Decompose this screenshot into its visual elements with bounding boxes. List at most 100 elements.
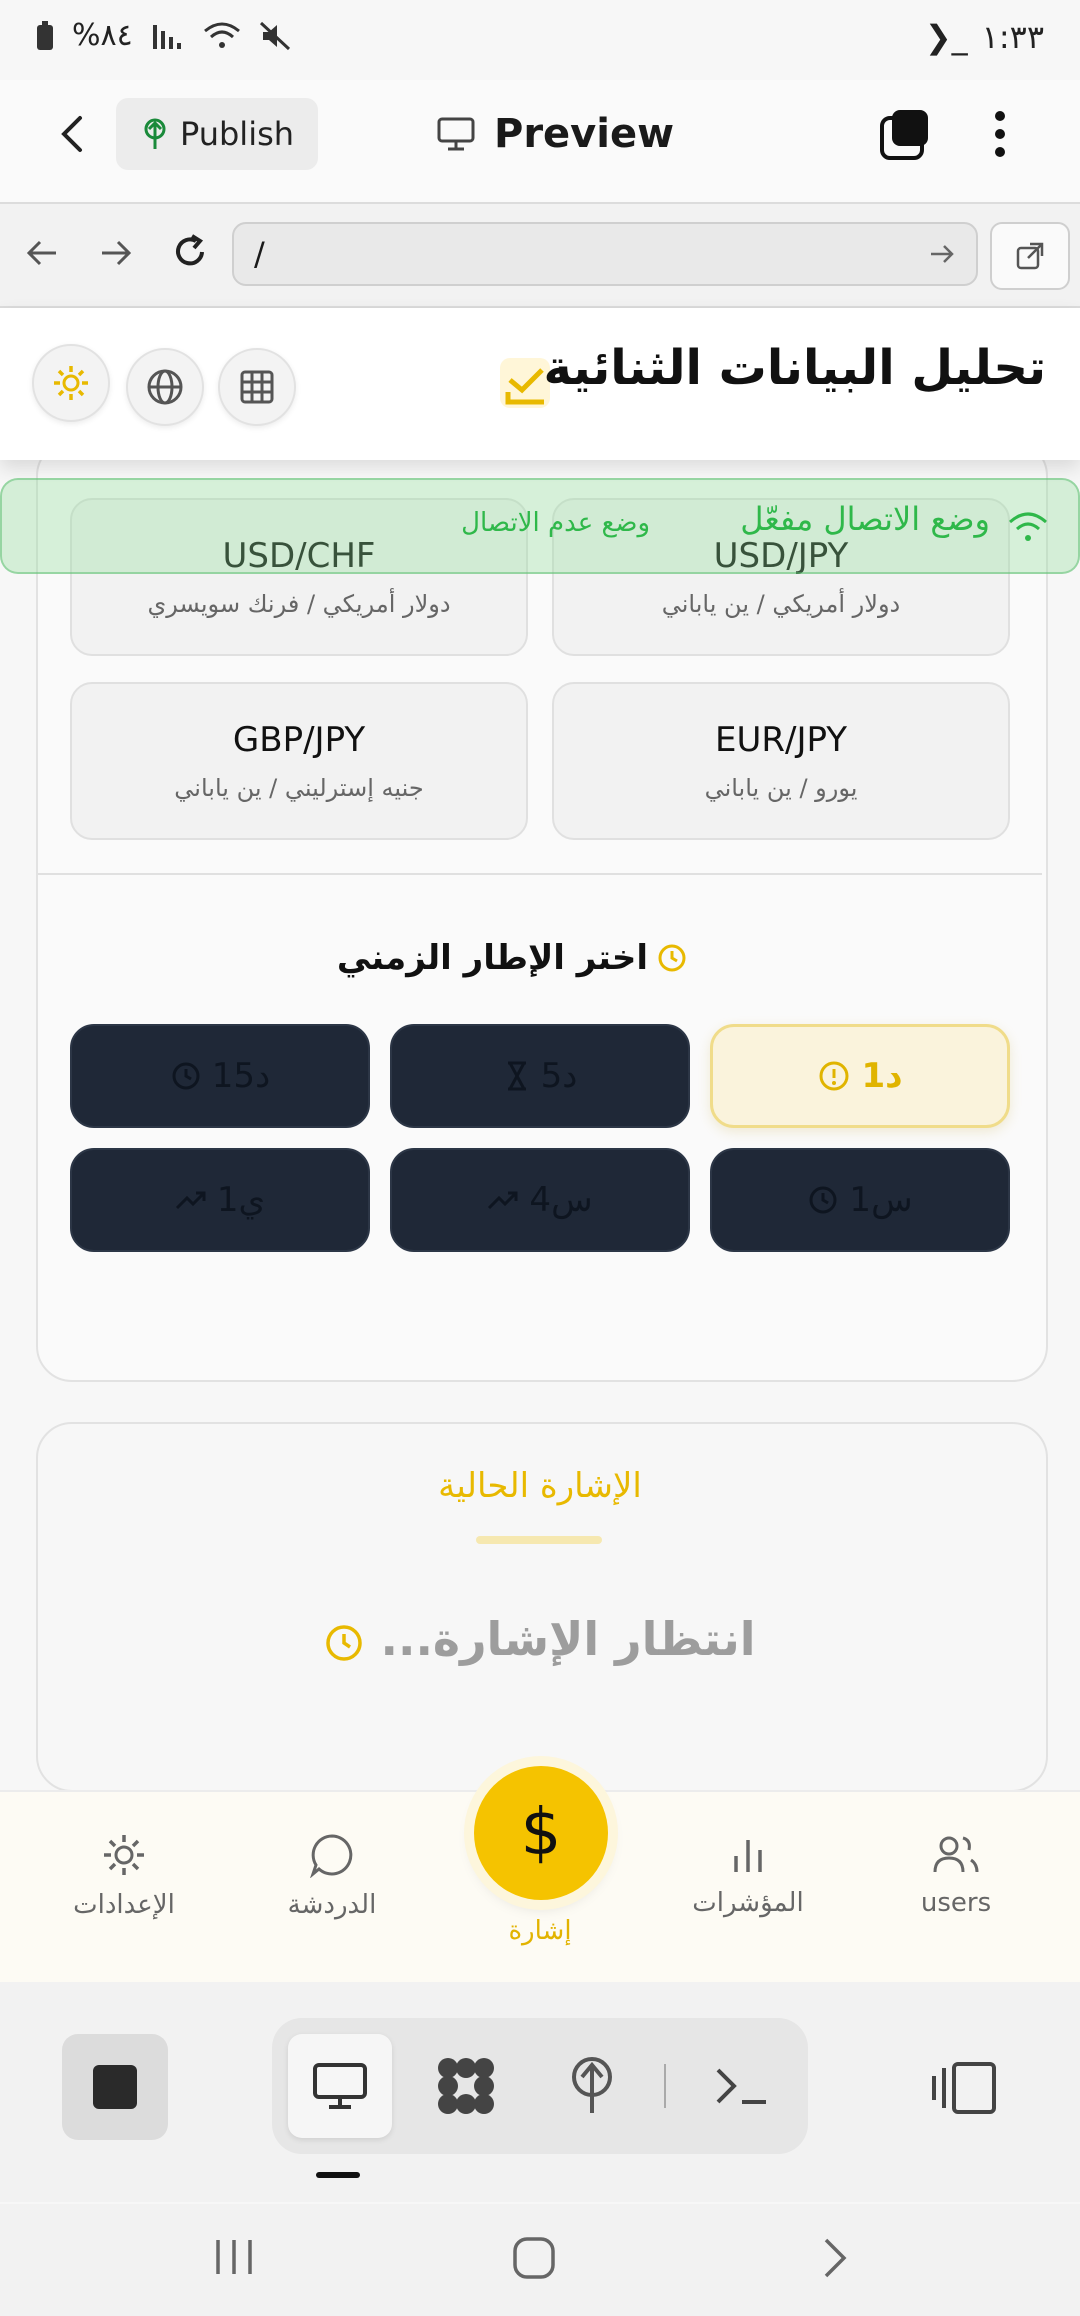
pair-card-eurjpy[interactable]: EUR/JPY يورو / ين ياباني <box>552 682 1010 840</box>
toast-message: وضع الاتصال مفعّل <box>740 500 990 538</box>
stop-icon <box>93 2065 137 2109</box>
settings-round-button[interactable] <box>32 344 110 422</box>
signal-title: الإشارة الحالية <box>438 1466 642 1506</box>
timeframe-label: 5د <box>540 1056 578 1096</box>
back-chevron-icon[interactable] <box>52 112 92 156</box>
preview-label: Preview <box>494 111 675 157</box>
nav-indicators-label: المؤشرات <box>692 1888 804 1918</box>
battery-percent: %٨٤ <box>72 18 133 53</box>
nav-settings[interactable]: الإعدادات <box>34 1832 214 1920</box>
terminal-status-icon: ❯_ <box>924 18 968 56</box>
active-tool-indicator <box>316 2172 360 2178</box>
open-external-button[interactable] <box>990 222 1070 290</box>
nav-forward-arrow-icon[interactable] <box>98 236 134 270</box>
home-icon[interactable] <box>510 2234 558 2282</box>
tabs-switcher-icon[interactable] <box>878 106 934 162</box>
tool-extensions[interactable] <box>414 2034 518 2138</box>
timeframe-label: 1س <box>849 1180 913 1220</box>
clock-icon <box>326 1624 363 1661</box>
terminal-icon <box>716 2068 766 2104</box>
signal-waiting: انتظار الإشارة... <box>0 1612 1080 1666</box>
nav-indicators[interactable]: المؤشرات <box>658 1832 838 1918</box>
trend-icon <box>175 1191 206 1210</box>
wifi-icon <box>203 22 240 48</box>
timeframe-heading-text: اختر الإطار الزمني <box>336 938 648 978</box>
page-title: تحليل البيانات الثنائية <box>543 340 1046 396</box>
pair-name: دولار أمريكي / فرنك سويسري <box>147 590 451 618</box>
grid-icon <box>240 370 274 404</box>
timeframe-4h-button[interactable]: 4س <box>390 1148 690 1252</box>
timeframe-label: 1ي <box>216 1180 266 1220</box>
pair-symbol: GBP/JPY <box>232 720 366 760</box>
dollar-icon: $ <box>520 1796 562 1870</box>
hourglass-icon <box>507 1061 526 1091</box>
publish-icon <box>144 118 166 149</box>
grid-round-button[interactable] <box>218 348 296 426</box>
users-icon <box>933 1836 979 1873</box>
tool-deploy[interactable] <box>540 2034 644 2138</box>
external-link-icon <box>1016 242 1044 270</box>
monitor-icon <box>313 2063 367 2109</box>
clock-icon <box>172 1062 200 1090</box>
clock-icon <box>658 944 686 972</box>
split-view-icon[interactable] <box>930 2060 1000 2116</box>
pair-symbol: EUR/JPY <box>715 720 847 760</box>
reload-icon[interactable] <box>170 232 210 272</box>
monitor-icon <box>437 117 475 151</box>
timeframe-label: 4س <box>529 1180 593 1220</box>
mute-icon <box>259 21 290 50</box>
toast-submessage: وضع عدم الاتصال <box>461 508 650 538</box>
timeframe-1m-button[interactable]: 1د <box>710 1024 1010 1128</box>
url-input[interactable]: / <box>232 222 978 286</box>
wifi-toast-icon <box>1009 512 1047 541</box>
gear-icon <box>104 1835 144 1875</box>
system-back-icon[interactable] <box>818 2234 854 2282</box>
go-arrow-icon[interactable] <box>928 241 956 267</box>
timeframe-heading: اختر الإطار الزمني <box>337 938 688 978</box>
timeframe-5m-button[interactable]: 5د <box>390 1024 690 1128</box>
signal-bars-icon <box>152 24 181 49</box>
clock-icon <box>809 1186 837 1214</box>
timeframe-1h-button[interactable]: 1س <box>710 1148 1010 1252</box>
chat-bubble-icon <box>310 1834 353 1878</box>
language-round-button[interactable] <box>126 348 204 426</box>
nav-users-label: users <box>920 1888 992 1918</box>
publish-label: Publish <box>179 115 295 153</box>
timeframe-label: 15د <box>211 1056 271 1096</box>
nav-chat-label: الدردشة <box>287 1890 377 1920</box>
pair-name: جنيه إسترليني / ين ياباني <box>174 774 424 802</box>
stop-button[interactable] <box>62 2034 168 2140</box>
alert-clock-icon <box>819 1061 849 1091</box>
nav-settings-label: الإعدادات <box>73 1890 175 1920</box>
timeframe-1d-button[interactable]: 1ي <box>70 1148 370 1252</box>
signal-waiting-text: انتظار الإشارة... <box>380 1612 756 1666</box>
nav-signal-label: إشارة <box>508 1916 572 1946</box>
recent-apps-icon[interactable] <box>210 2236 260 2278</box>
battery-icon <box>37 20 53 50</box>
status-time-area: ❯_ ١:٣٣ <box>925 18 1044 56</box>
tool-terminal[interactable] <box>690 2034 794 2138</box>
publish-button[interactable]: Publish <box>116 98 318 170</box>
signal-title-underline <box>476 1536 602 1544</box>
nav-back-arrow-icon[interactable] <box>24 236 60 270</box>
globe-icon <box>147 369 183 405</box>
preview-tab[interactable]: Preview <box>436 104 674 164</box>
gear-icon <box>54 366 88 400</box>
tool-preview[interactable] <box>288 2034 392 2138</box>
url-value: / <box>254 235 265 273</box>
timeframe-15m-button[interactable]: 15د <box>70 1024 370 1128</box>
trend-icon <box>488 1191 518 1210</box>
timeframe-label: 1د <box>861 1056 903 1096</box>
status-time: ١:٣٣ <box>981 18 1044 56</box>
pair-card-gbpjpy[interactable]: GBP/JPY جنيه إسترليني / ين ياباني <box>70 682 528 840</box>
nav-users[interactable]: users <box>866 1832 1046 1918</box>
signal-fab-button[interactable]: $ <box>474 1766 608 1900</box>
panel-divider <box>38 873 1042 875</box>
nav-chat[interactable]: الدردشة <box>242 1832 422 1920</box>
more-options-icon[interactable] <box>990 108 1010 160</box>
status-icons: %٨٤ <box>36 18 293 53</box>
blocks-icon <box>438 2058 494 2114</box>
pair-name: دولار أمريكي / ين ياباني <box>661 590 901 618</box>
tool-separator <box>664 2064 666 2108</box>
pair-name: يورو / ين ياباني <box>704 774 858 802</box>
